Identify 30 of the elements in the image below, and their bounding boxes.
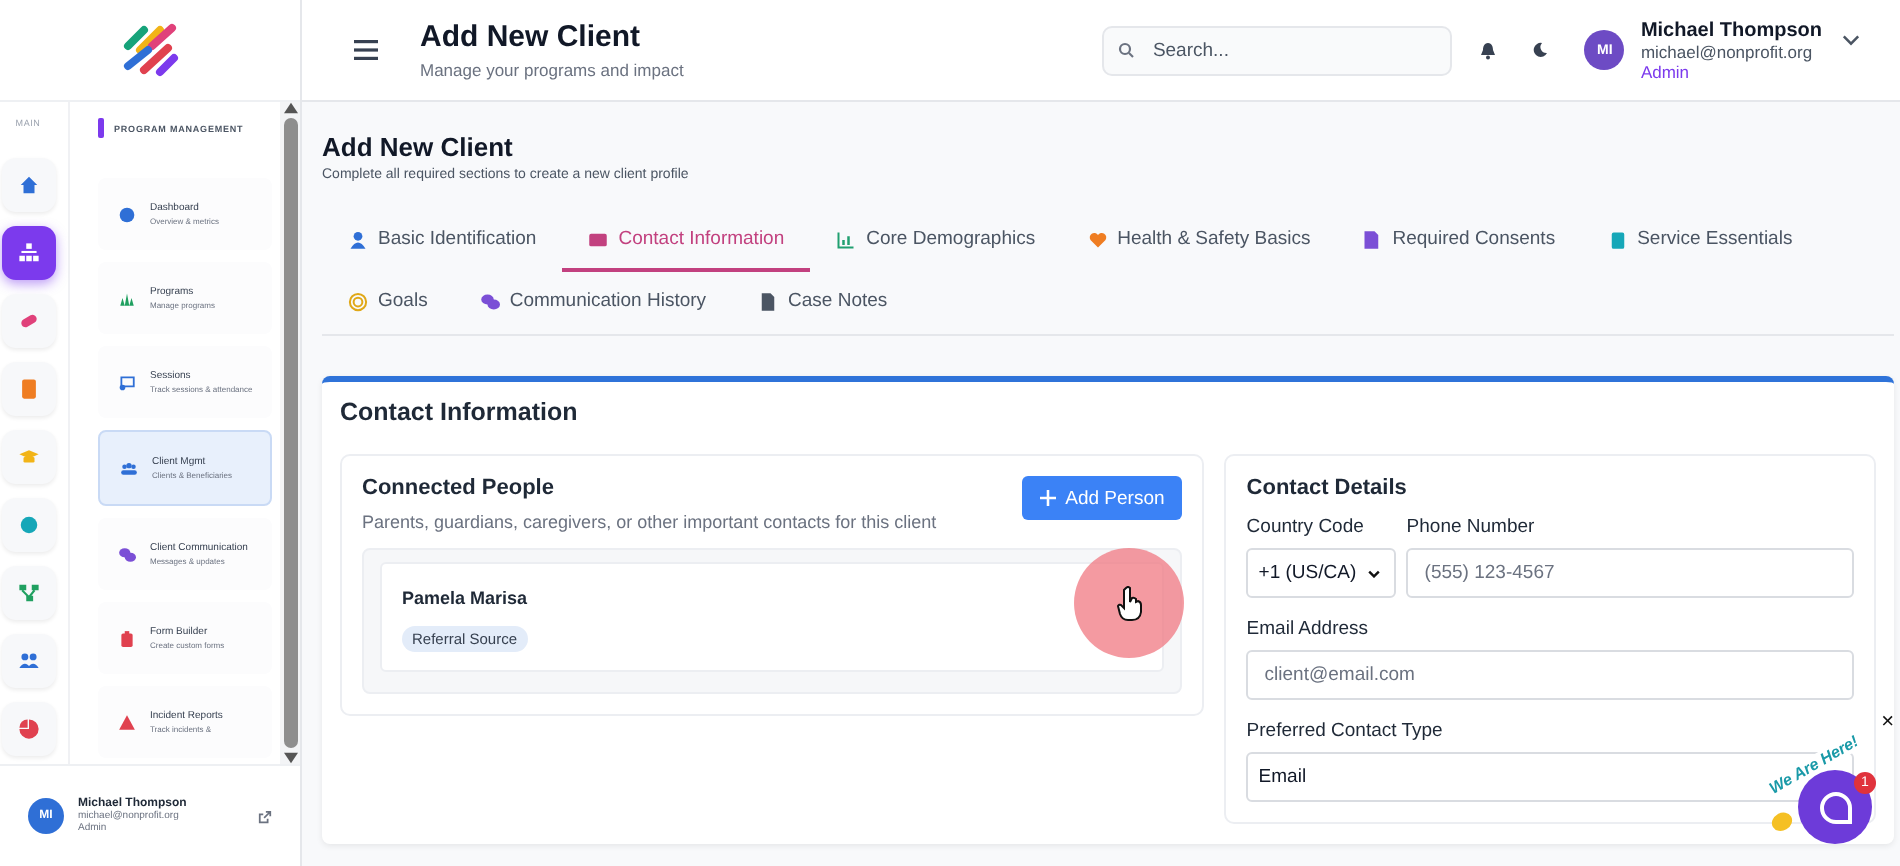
tab[interactable]: Goals (322, 272, 454, 334)
tab[interactable]: Service Essentials (1581, 210, 1819, 272)
email-field[interactable]: client@email.com (1246, 650, 1854, 700)
user-name: Michael Thompson (1640, 19, 1822, 41)
tab[interactable]: Case Notes (732, 272, 914, 334)
search-field[interactable]: Search... (1102, 25, 1453, 75)
person-name: Pamela Marisa (402, 588, 528, 608)
tab[interactable]: Core Demographics (810, 210, 1062, 272)
tab[interactable]: Contact Information (562, 210, 811, 272)
header-title: Add New Client (420, 20, 643, 54)
country-code-select[interactable]: +1 (US/CA) (1246, 548, 1397, 598)
field-label: Email Address (1246, 618, 1371, 640)
field-label: Phone Number (1406, 516, 1537, 538)
user-email: michael@nonprofit.org (1640, 41, 1815, 61)
add-person-button[interactable]: Add Person (1021, 476, 1183, 520)
panel-title: Contact Details (1246, 476, 1409, 500)
tab[interactable]: Required Consents (1336, 210, 1582, 272)
field-label: Preferred Contact Type (1246, 720, 1445, 742)
page-title: Add New Client (322, 132, 515, 162)
user-role: Admin (1640, 61, 1690, 81)
panel-description: Parents, guardians, caregivers, or other important contacts for this client (362, 512, 937, 532)
header-subtitle: Manage your programs and impact (420, 60, 684, 80)
panel-title: Connected People (362, 476, 556, 500)
tab[interactable]: Health & Safety Basics (1061, 210, 1337, 272)
phone-field[interactable]: (555) 123-4567 (1406, 548, 1854, 598)
close-button[interactable]: × (1881, 712, 1894, 734)
card-title: Contact Information (340, 398, 580, 426)
tab[interactable]: Basic Identification (322, 210, 563, 272)
tab[interactable]: Communication History (453, 272, 733, 334)
field-label: Country Code (1246, 516, 1366, 538)
